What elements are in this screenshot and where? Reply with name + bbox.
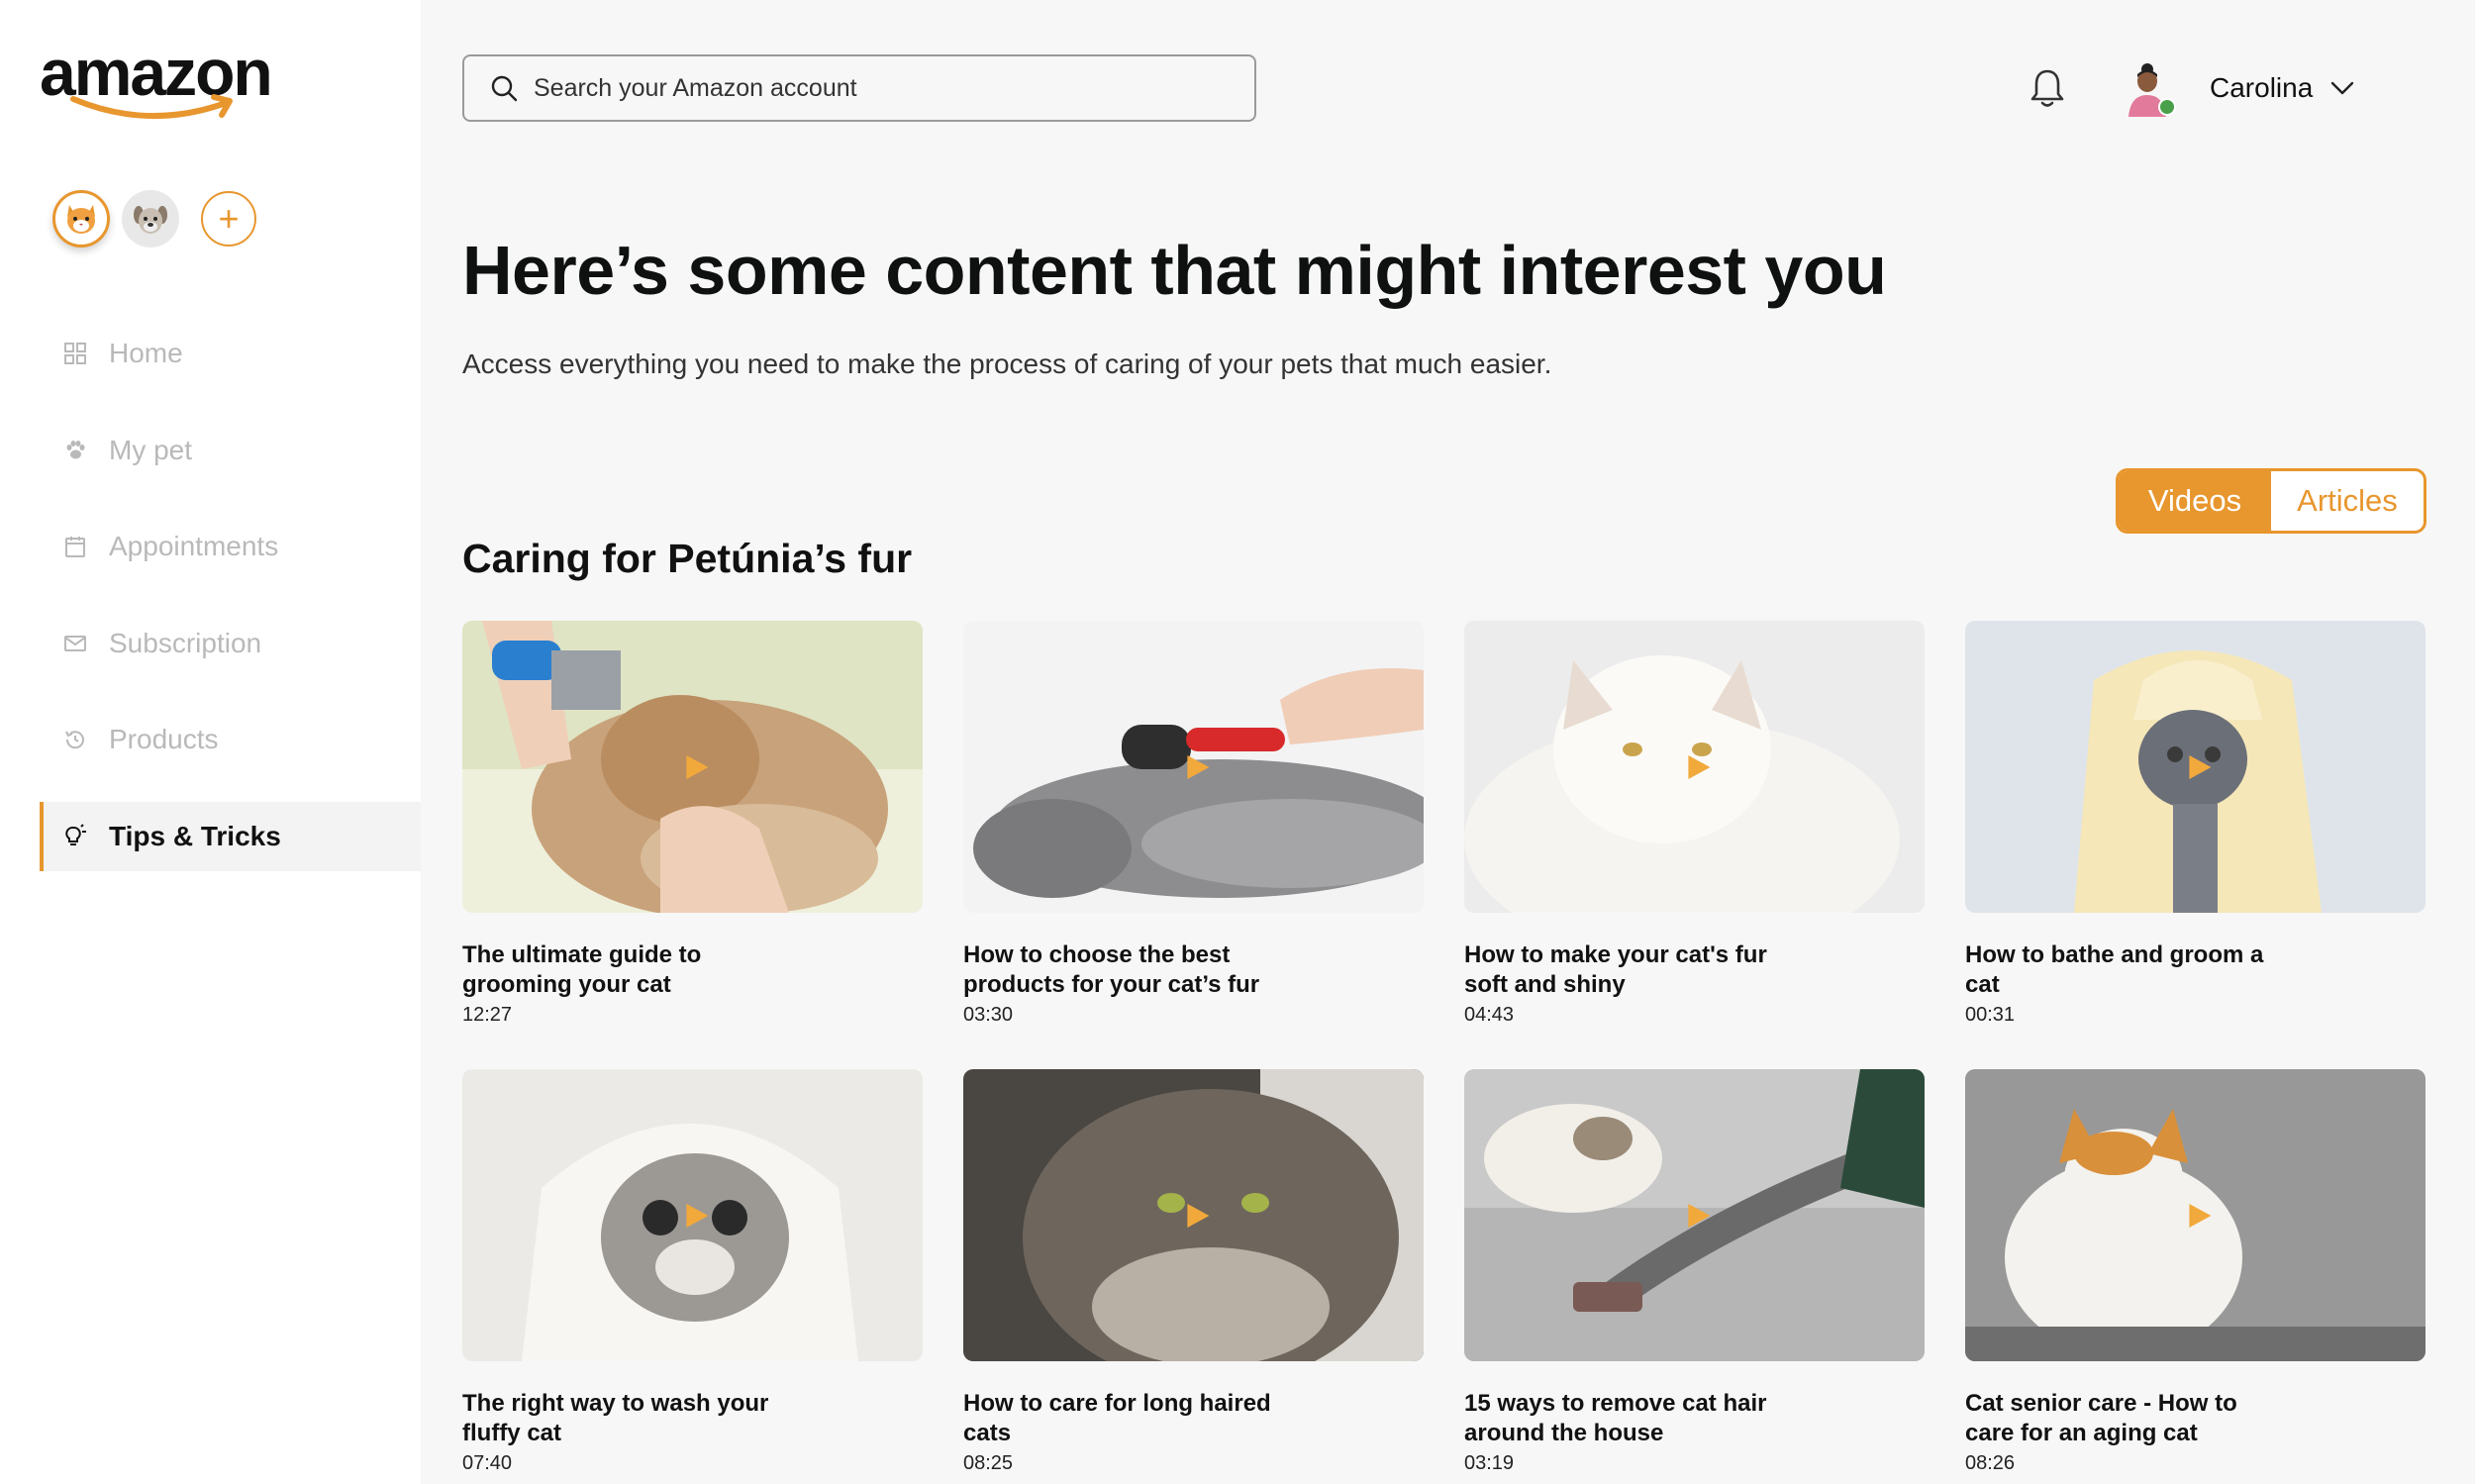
calendar-icon <box>61 533 89 560</box>
video-thumbnail[interactable] <box>963 1069 1424 1361</box>
video-duration: 03:19 <box>1464 1452 1515 1474</box>
play-icon <box>2188 754 2211 779</box>
video-card[interactable]: How to care for long haired cats 08:25 <box>963 1069 1424 1484</box>
sidebar-item-appointments[interactable]: Appointments <box>40 512 421 581</box>
video-title[interactable]: The right way to wash your fluffy cat <box>462 1389 789 1448</box>
search-input[interactable] <box>534 73 1207 103</box>
video-duration: 00:31 <box>1965 1004 2016 1026</box>
add-pet-button[interactable]: + <box>201 191 256 247</box>
play-icon <box>1687 1203 1710 1228</box>
lightbulb-icon <box>61 823 89 850</box>
paw-icon <box>61 437 89 464</box>
video-card[interactable]: How to bathe and groom a cat 00:31 <box>1965 621 2426 1069</box>
section-title: Caring for Petúnia’s fur <box>462 536 913 581</box>
video-title[interactable]: Cat senior care - How to care for an agi… <box>1965 1389 2292 1448</box>
play-icon <box>685 754 708 779</box>
video-thumbnail[interactable] <box>963 621 1424 913</box>
video-duration: 04:43 <box>1464 1004 1515 1026</box>
play-icon <box>2188 1203 2211 1228</box>
bell-icon <box>2030 69 2064 107</box>
user-menu[interactable]: Carolina <box>2121 57 2354 119</box>
content-type-toggle: Videos Articles <box>2116 468 2426 534</box>
user-name: Carolina <box>2210 72 2314 103</box>
user-avatar-icon <box>2128 63 2176 117</box>
tab-articles[interactable]: Articles <box>2271 471 2424 531</box>
pet-switcher: + <box>52 190 256 247</box>
cat-icon <box>67 205 95 234</box>
sidebar-item-label: Appointments <box>109 531 279 561</box>
sidebar-item-home[interactable]: Home <box>40 319 421 388</box>
video-title[interactable]: How to make your cat's fur soft and shin… <box>1464 940 1791 1000</box>
video-card[interactable]: How to choose the best products for your… <box>963 621 1424 1069</box>
pet-avatar-dog[interactable] <box>122 190 179 247</box>
video-card[interactable]: Cat senior care - How to care for an agi… <box>1965 1069 2426 1484</box>
sidebar-item-label: Subscription <box>109 627 262 658</box>
smile-arrow-icon <box>70 94 233 120</box>
pet-avatar-cat[interactable] <box>52 190 110 247</box>
search-bar[interactable] <box>462 54 1256 122</box>
history-icon <box>61 726 89 753</box>
sidebar-item-my-pet[interactable]: My pet <box>40 416 421 485</box>
video-title[interactable]: How to bathe and groom a cat <box>1965 940 2292 1000</box>
video-duration: 03:30 <box>963 1004 1014 1026</box>
video-card[interactable]: The right way to wash your fluffy cat 07… <box>462 1069 923 1484</box>
page-subtitle: Access everything you need to make the p… <box>462 348 1552 379</box>
video-card[interactable]: 15 ways to remove cat hair around the ho… <box>1464 1069 1925 1484</box>
sidebar: amazon + Home My pet Appointments Subscr… <box>0 0 421 1484</box>
video-title[interactable]: How to choose the best products for your… <box>963 940 1290 1000</box>
search-icon <box>491 75 518 102</box>
play-icon <box>1186 754 1209 779</box>
notifications-button[interactable] <box>2028 67 2067 111</box>
video-thumbnail[interactable] <box>1464 1069 1925 1361</box>
chevron-down-icon <box>2331 81 2354 95</box>
amazon-logo[interactable]: amazon <box>40 40 287 129</box>
video-thumbnail[interactable] <box>1965 621 2426 913</box>
video-title[interactable]: How to care for long haired cats <box>963 1389 1290 1448</box>
video-duration: 07:40 <box>462 1452 513 1474</box>
sidebar-nav: Home My pet Appointments Subscription Pr… <box>40 319 421 898</box>
video-thumbnail[interactable] <box>1965 1069 2426 1361</box>
play-icon <box>1186 1203 1209 1228</box>
video-thumbnail[interactable] <box>462 1069 923 1361</box>
sidebar-item-label: Products <box>109 724 219 754</box>
video-duration: 08:25 <box>963 1452 1014 1474</box>
page-title: Here’s some content that might interest … <box>462 232 1887 309</box>
video-title[interactable]: 15 ways to remove cat hair around the ho… <box>1464 1389 1791 1448</box>
tab-videos[interactable]: Videos <box>2119 471 2271 531</box>
play-icon <box>685 1203 708 1228</box>
play-icon <box>1687 754 1710 779</box>
sidebar-item-label: Home <box>109 338 183 368</box>
sidebar-item-label: My pet <box>109 434 193 465</box>
sidebar-item-tips-tricks[interactable]: Tips & Tricks <box>40 801 421 871</box>
video-card[interactable]: How to make your cat's fur soft and shin… <box>1464 621 1925 1069</box>
sidebar-item-label: Tips & Tricks <box>109 820 281 851</box>
mail-icon <box>61 630 89 657</box>
dog-icon <box>134 206 167 234</box>
video-thumbnail[interactable] <box>462 621 923 913</box>
video-grid: The ultimate guide to grooming your cat … <box>462 621 2426 1484</box>
video-duration: 12:27 <box>462 1004 513 1026</box>
avatar <box>2121 57 2182 119</box>
video-thumbnail[interactable] <box>1464 621 1925 913</box>
grid-icon <box>61 340 89 367</box>
video-card[interactable]: The ultimate guide to grooming your cat … <box>462 621 923 1069</box>
sidebar-item-subscription[interactable]: Subscription <box>40 609 421 678</box>
video-duration: 08:26 <box>1965 1452 2016 1474</box>
video-title[interactable]: The ultimate guide to grooming your cat <box>462 940 789 1000</box>
sidebar-item-products[interactable]: Products <box>40 705 421 774</box>
